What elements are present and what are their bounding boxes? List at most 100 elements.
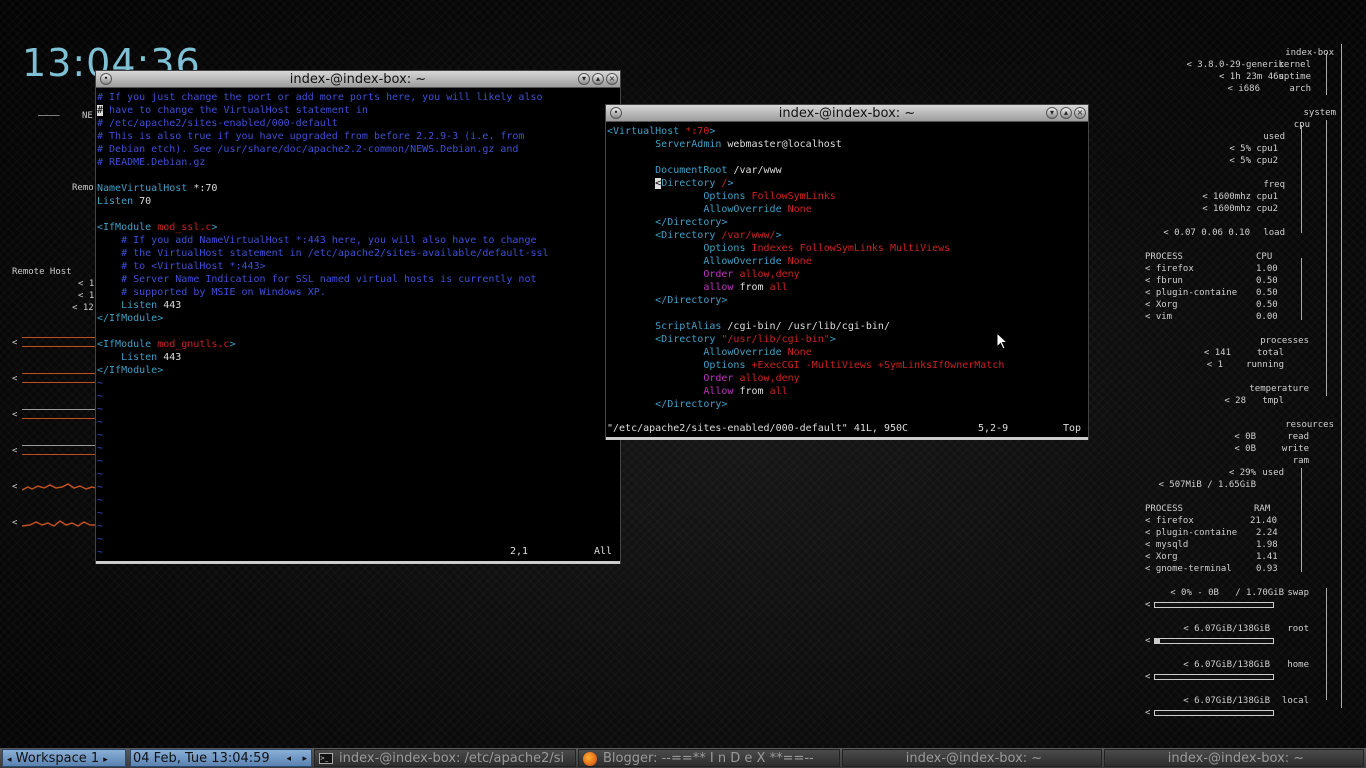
swap-value: < 0% - 0B / 1.70GiB xyxy=(1170,588,1284,598)
taskbar-task-terminal-1[interactable]: index-@index-box: ~ xyxy=(842,749,1102,767)
mouse-pointer-icon xyxy=(996,332,1008,350)
cpu-process-name: < fbrun xyxy=(1145,276,1183,286)
disk-write-value: < 0B xyxy=(1234,444,1256,454)
ram-process-name: < plugin-containe xyxy=(1145,528,1238,538)
window-titlebar[interactable]: • index-@index-box: ~ ▾ ▴ × xyxy=(96,71,620,88)
cpu1-label: cpu1 xyxy=(1256,144,1278,154)
date-next-icon[interactable]: ▸ xyxy=(302,750,307,766)
maximize-icon[interactable]: ▴ xyxy=(1060,107,1072,119)
ram-amount: < 507MiB / 1.65GiB xyxy=(1158,480,1256,490)
remote-short-label: Remo xyxy=(72,183,94,193)
window-menu-icon[interactable]: • xyxy=(610,107,622,119)
processes-label: processes xyxy=(1260,336,1309,346)
load-value: < 0.07 0.06 0.10 xyxy=(1163,228,1250,238)
cpu1-value: < 5% xyxy=(1229,144,1251,154)
temperature-sensor-label: tmpl xyxy=(1262,396,1284,406)
vim-buffer-1[interactable]: # If you just change the port or add mor… xyxy=(97,91,549,559)
window-title: index-@index-box: ~ xyxy=(289,72,427,87)
cpu-process-name: < firefox xyxy=(1145,264,1194,274)
home-bar xyxy=(1154,674,1274,680)
terminal-icon: >_ xyxy=(319,753,333,764)
ram-process-name: < Xorg xyxy=(1145,552,1178,562)
net-mark-1: < xyxy=(12,338,18,348)
cpu-process-name: < plugin-containe xyxy=(1145,288,1238,298)
ram-used-value: < 29% xyxy=(1228,468,1256,478)
net-sparkline-1 xyxy=(22,483,96,491)
local-bar xyxy=(1154,710,1274,716)
freq2-label: cpu2 xyxy=(1256,204,1278,214)
net-graph-1 xyxy=(22,337,96,347)
disk-write-label: write xyxy=(1281,444,1309,454)
remote-host-label: Remote Host xyxy=(12,267,72,277)
date-prev-icon[interactable]: ◂ xyxy=(286,750,291,766)
cpu-used-label: used xyxy=(1263,132,1285,142)
taskbar-task-firefox[interactable]: Blogger: --==** I n D e X **==-- xyxy=(578,749,840,767)
cpu-process-name: < Xorg xyxy=(1145,300,1178,310)
net-sparkline-2 xyxy=(22,520,96,527)
swap-label: swap xyxy=(1287,588,1309,598)
resources-label: resources xyxy=(1285,420,1334,430)
freq1-label: cpu1 xyxy=(1256,192,1278,202)
net-mark-6: < xyxy=(12,518,18,528)
vim-cursor-position: 2,1 xyxy=(510,546,529,557)
workspace-next-icon[interactable]: ▸ xyxy=(103,755,108,765)
kernel-value: < 3.8.0-29-generic xyxy=(1186,60,1284,70)
taskbar-datetime: 04 Feb, Tue 13:04:59 xyxy=(133,751,270,766)
maximize-icon[interactable]: ▴ xyxy=(592,73,604,85)
total-value: < 141 xyxy=(1203,348,1231,358)
net-mark-4: < xyxy=(12,446,18,456)
window-title: index-@index-box: ~ xyxy=(778,106,916,121)
ram-process-name: < gnome-terminal xyxy=(1145,564,1232,574)
cpu-process-name: < vim xyxy=(1145,312,1173,322)
firefox-icon xyxy=(583,751,597,766)
ram-process-value: 0.93 xyxy=(1256,564,1278,574)
cpu-process-value: 0.00 xyxy=(1256,312,1278,322)
ram-process-value: 1.41 xyxy=(1256,552,1278,562)
window-bottom-bar[interactable] xyxy=(96,561,620,564)
minimize-icon[interactable]: ▾ xyxy=(1046,107,1058,119)
workspace-prev-icon[interactable]: ◂ xyxy=(7,755,12,765)
window-titlebar[interactable]: • index-@index-box: ~ ▾ ▴ × xyxy=(606,105,1088,122)
net-label: NE xyxy=(82,111,93,121)
net-mark-3: < xyxy=(12,410,18,420)
net-graph-2 xyxy=(22,373,96,383)
vim-buffer-2[interactable]: <VirtualHost *:70> ServerAdmin webmaster… xyxy=(607,125,1004,411)
terminal-window-1[interactable]: • index-@index-box: ~ ▾ ▴ × # If you jus… xyxy=(95,70,621,564)
local-value: < 6.07GiB/138GiB xyxy=(1183,696,1270,706)
close-icon[interactable]: × xyxy=(1074,107,1086,119)
workspace-switcher[interactable]: ◂ Workspace 1 ▸ xyxy=(2,749,126,767)
net-graph-4 xyxy=(22,445,96,455)
ram-process-name: < mysqld xyxy=(1145,540,1189,550)
net-mark-2: < xyxy=(12,374,18,384)
terminal-window-2[interactable]: • index-@index-box: ~ ▾ ▴ × <VirtualHost… xyxy=(605,104,1089,440)
vim-cursor-position: 5,2-9 xyxy=(978,423,1009,434)
window-menu-icon[interactable]: • xyxy=(100,73,112,85)
window-bottom-bar[interactable] xyxy=(606,437,1088,440)
arch-label: arch xyxy=(1289,84,1311,94)
cpu-process-value: 0.50 xyxy=(1256,288,1278,298)
local-label: local xyxy=(1281,696,1309,706)
ram-process-name: < firefox xyxy=(1145,516,1194,526)
taskbar: ◂ Workspace 1 ▸ 04 Feb, Tue 13:04:59 ◂ ▸… xyxy=(0,748,1366,768)
vim-scroll-percent: Top xyxy=(1063,423,1082,434)
date-clock[interactable]: 04 Feb, Tue 13:04:59 ◂ ▸ xyxy=(130,749,312,767)
running-label: running xyxy=(1246,360,1284,370)
ram-used-label: used xyxy=(1262,468,1284,478)
swap-bar xyxy=(1154,602,1274,608)
cpu-process-value: 0.50 xyxy=(1256,300,1278,310)
ram-process-header: PROCESS xyxy=(1145,504,1183,514)
ram-label: ram xyxy=(1292,456,1309,466)
cpu2-value: < 5% xyxy=(1229,156,1251,166)
ram-column-header: RAM xyxy=(1254,504,1271,514)
cpu2-label: cpu2 xyxy=(1256,156,1278,166)
home-value: < 6.07GiB/138GiB xyxy=(1183,660,1270,670)
vim-scroll-percent: All xyxy=(594,546,613,557)
close-icon[interactable]: × xyxy=(606,73,618,85)
minimize-icon[interactable]: ▾ xyxy=(578,73,590,85)
net-graph-3 xyxy=(22,409,96,419)
taskbar-task-terminal-2[interactable]: index-@index-box: ~ xyxy=(1104,749,1364,767)
ram-process-value: 2.24 xyxy=(1256,528,1278,538)
taskbar-task-terminal-apache[interactable]: >_ index-@index-box: /etc/apache2/si xyxy=(314,749,576,767)
net-mark-5: < xyxy=(12,482,18,492)
temperature-value: < 28 xyxy=(1224,396,1246,406)
